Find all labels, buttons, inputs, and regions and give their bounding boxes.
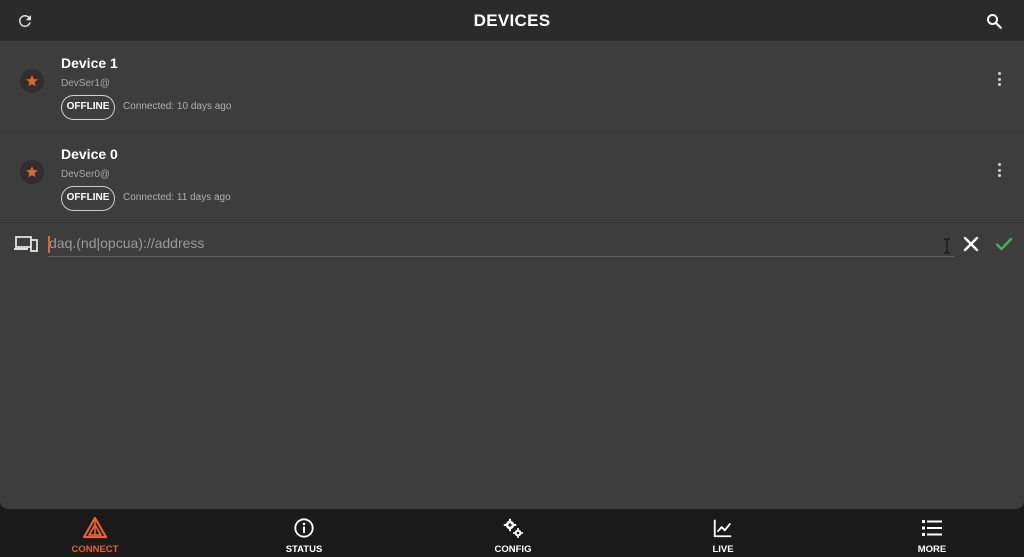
favorite-button[interactable] xyxy=(20,69,44,93)
tab-label: STATUS xyxy=(285,544,323,555)
tab-label: CONNECT xyxy=(71,544,119,555)
tab-label: CONFIG xyxy=(494,544,532,555)
connected-time: Connected: 11 days ago xyxy=(123,192,231,203)
device-menu-button[interactable] xyxy=(990,69,1008,89)
app-header: DEVICES xyxy=(0,0,1024,41)
star-icon xyxy=(26,166,38,178)
page-title: DEVICES xyxy=(473,11,551,30)
tab-label: MORE xyxy=(917,544,947,555)
address-input[interactable] xyxy=(48,229,954,257)
gears-icon xyxy=(503,518,523,538)
favorite-button[interactable] xyxy=(20,160,44,184)
device-name: Device 1 xyxy=(61,55,118,71)
search-button[interactable] xyxy=(981,8,1007,34)
device-serial: DevSer1@ xyxy=(61,78,111,89)
chart-line-icon xyxy=(713,519,732,538)
search-icon xyxy=(987,14,1002,29)
device-serial: DevSer0@ xyxy=(61,169,111,180)
connect-address-bar xyxy=(0,223,1024,265)
device-list-item[interactable]: Device 1 DevSer1@ OFFLINE Connected: 10 … xyxy=(0,41,1024,132)
more-vert-icon xyxy=(997,72,1001,75)
text-caret xyxy=(48,236,50,253)
info-icon xyxy=(294,518,314,538)
devices-icon xyxy=(14,236,38,252)
text-cursor-icon xyxy=(944,238,950,254)
check-icon[interactable] xyxy=(994,235,1014,253)
tab-label: LIVE xyxy=(712,544,734,555)
status-badge: OFFLINE xyxy=(61,95,115,120)
device-name: Device 0 xyxy=(61,146,118,162)
connect-logo-icon xyxy=(82,516,108,539)
tab-more[interactable]: MORE xyxy=(872,509,992,557)
device-list-item[interactable]: Device 0 DevSer0@ OFFLINE Connected: 11 … xyxy=(0,132,1024,223)
tab-live[interactable]: LIVE xyxy=(663,509,783,557)
more-vert-icon xyxy=(997,163,1001,166)
status-badge: OFFLINE xyxy=(61,186,115,211)
list-icon xyxy=(922,520,942,536)
tab-config[interactable]: CONFIG xyxy=(453,509,573,557)
tab-connect[interactable]: CONNECT xyxy=(35,509,155,557)
devices-screen: DEVICES Device 1 DevSer1@ OFFLINE Connec… xyxy=(0,0,1024,509)
star-icon xyxy=(26,75,38,87)
connected-time: Connected: 10 days ago xyxy=(123,101,232,112)
tab-status[interactable]: STATUS xyxy=(244,509,364,557)
bottom-tab-bar: CONNECT STATUS CONFIG LIVE MORE xyxy=(0,509,1024,557)
device-menu-button[interactable] xyxy=(990,160,1008,180)
close-icon[interactable] xyxy=(962,235,980,253)
